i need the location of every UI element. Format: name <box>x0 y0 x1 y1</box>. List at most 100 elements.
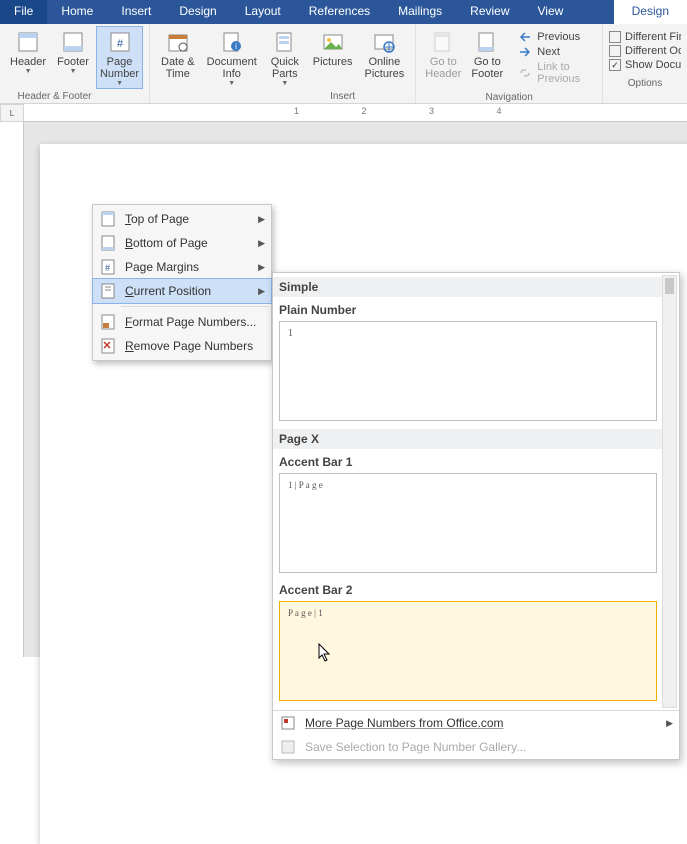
menu-bottom-of-page[interactable]: Bottom of Page ▶ <box>93 231 271 255</box>
chevron-right-icon: ▶ <box>258 238 265 249</box>
group-header-footer: Header ▼ Footer ▼ # Page Number ▼ Header… <box>0 24 150 103</box>
next-button[interactable]: Next <box>514 45 592 59</box>
checkbox-checked-icon: ✓ <box>609 59 621 71</box>
menu-label: Page Margins <box>125 260 199 274</box>
tab-design[interactable]: Design <box>165 0 230 24</box>
different-first-checkbox[interactable]: Different First Page <box>609 30 681 44</box>
gallery-scroll: Simple Plain Number 1 Page X Accent Bar … <box>273 273 679 710</box>
checkbox-icon <box>609 31 621 43</box>
gallery-title-plain: Plain Number <box>279 301 657 319</box>
online-pictures-icon <box>372 30 396 54</box>
gallery-item-plain-number[interactable]: 1 <box>279 321 657 421</box>
nav-small-buttons: Previous Next Link to Previous <box>510 26 596 90</box>
office-icon <box>279 715 297 731</box>
dropdown-caret-icon: ▼ <box>116 80 123 87</box>
tab-insert[interactable]: Insert <box>107 0 165 24</box>
more-page-numbers[interactable]: More Page Numbers from Office.com ▶ <box>273 711 679 735</box>
calendar-icon <box>166 30 190 54</box>
svg-text:#: # <box>105 263 110 273</box>
link-previous-button[interactable]: Link to Previous <box>514 60 592 86</box>
ruler-marks: 1 2 3 4 <box>294 106 532 116</box>
footer-label: Footer <box>57 56 89 68</box>
chevron-right-icon: ▶ <box>258 262 265 273</box>
different-first-label: Different First Page <box>625 31 681 43</box>
gallery-section-simple: Simple <box>273 277 663 297</box>
different-odd-checkbox[interactable]: Different Odd & Even Pages <box>609 44 681 58</box>
goto-header-button[interactable]: Go to Header <box>422 26 464 90</box>
tab-context-design[interactable]: Design <box>614 0 687 24</box>
header-button[interactable]: Header ▼ <box>6 26 50 89</box>
different-odd-label: Different Odd & Even Pages <box>625 45 681 57</box>
checkbox-icon <box>609 45 621 57</box>
menu-top-of-page[interactable]: Top of Page ▶ <box>93 207 271 231</box>
menu-label: Remove Page Numbers <box>125 339 253 353</box>
tab-view[interactable]: View <box>524 0 578 24</box>
page-number-button[interactable]: # Page Number ▼ <box>96 26 143 89</box>
previous-button[interactable]: Previous <box>514 30 592 44</box>
gallery-section-page-x: Page X <box>273 429 663 449</box>
quick-parts-label: Quick Parts <box>271 56 299 80</box>
svg-text:i: i <box>235 42 237 51</box>
tab-mailings[interactable]: Mailings <box>384 0 456 24</box>
bottom-of-page-icon <box>99 235 117 251</box>
pictures-label: Pictures <box>313 56 353 68</box>
tab-file[interactable]: File <box>0 0 47 24</box>
document-info-button[interactable]: i Document Info ▼ <box>202 26 262 89</box>
document-info-label: Document Info <box>207 56 257 80</box>
group-label: Header & Footer <box>0 89 143 103</box>
date-time-button[interactable]: Date & Time <box>156 26 200 89</box>
gallery-preview-text: 1 | P a g e <box>288 480 323 490</box>
gallery-item-accent-bar-2[interactable]: P a g e | 1 <box>279 601 657 701</box>
previous-label: Previous <box>537 31 580 43</box>
quick-parts-button[interactable]: Quick Parts ▼ <box>264 26 306 89</box>
menu-separator <box>121 306 269 307</box>
goto-footer-button[interactable]: Go to Footer <box>466 26 508 90</box>
ruler-vertical[interactable] <box>0 122 24 657</box>
scrollbar-thumb[interactable] <box>665 278 674 294</box>
ribbon: Header ▼ Footer ▼ # Page Number ▼ Header… <box>0 24 687 104</box>
dropdown-caret-icon: ▼ <box>228 80 235 87</box>
gallery-preview-text: 1 <box>288 328 293 339</box>
page-number-gallery: Simple Plain Number 1 Page X Accent Bar … <box>272 272 680 760</box>
gallery-title-accent2: Accent Bar 2 <box>279 581 657 599</box>
dropdown-caret-icon: ▼ <box>70 68 77 75</box>
gallery-item-accent-bar-1[interactable]: 1 | P a g e <box>279 473 657 573</box>
show-doc-label: Show Document Text <box>625 59 681 71</box>
ruler-horizontal[interactable]: 1 2 3 4 <box>24 104 687 122</box>
document-area: L 1 2 3 4 Header Top of Page ▶ Bottom of… <box>0 104 687 657</box>
page-number-label: Page Number <box>100 56 139 80</box>
tab-references[interactable]: References <box>295 0 384 24</box>
tab-home[interactable]: Home <box>47 0 107 24</box>
next-label: Next <box>537 46 560 58</box>
menu-format-page-numbers[interactable]: Format Page Numbers... <box>93 310 271 334</box>
save-selection-gallery: Save Selection to Page Number Gallery... <box>273 735 679 759</box>
menu-page-margins[interactable]: # Page Margins ▶ <box>93 255 271 279</box>
footer-button[interactable]: Footer ▼ <box>52 26 94 89</box>
current-position-icon <box>99 283 117 299</box>
link-previous-label: Link to Previous <box>537 61 588 85</box>
date-time-label: Date & Time <box>161 56 195 80</box>
page-number-icon: # <box>108 30 132 54</box>
gallery-scrollbar[interactable] <box>662 275 677 708</box>
gallery-preview-text: P a g e | 1 <box>288 608 323 618</box>
pictures-button[interactable]: Pictures <box>308 26 358 89</box>
next-icon <box>518 46 532 58</box>
dropdown-caret-icon: ▼ <box>281 80 288 87</box>
dropdown-caret-icon: ▼ <box>25 68 32 75</box>
menu-label: More Page Numbers from Office.com <box>305 716 504 730</box>
menu-remove-page-numbers[interactable]: Remove Page Numbers <box>93 334 271 358</box>
menu-label: Current Position <box>125 284 211 298</box>
page-margins-icon: # <box>99 259 117 275</box>
header-icon <box>16 30 40 54</box>
tab-review[interactable]: Review <box>456 0 523 24</box>
tab-layout[interactable]: Layout <box>231 0 295 24</box>
group-options: Different First Page Different Odd & Eve… <box>603 24 687 103</box>
menu-current-position[interactable]: Current Position ▶ <box>93 279 271 303</box>
link-icon <box>518 67 532 79</box>
goto-header-icon <box>431 30 455 54</box>
ruler-corner[interactable]: L <box>0 104 24 122</box>
online-pictures-button[interactable]: Online Pictures <box>360 26 410 89</box>
footer-icon <box>61 30 85 54</box>
show-doc-checkbox[interactable]: ✓ Show Document Text <box>609 58 681 72</box>
online-pictures-label: Online Pictures <box>365 56 405 80</box>
